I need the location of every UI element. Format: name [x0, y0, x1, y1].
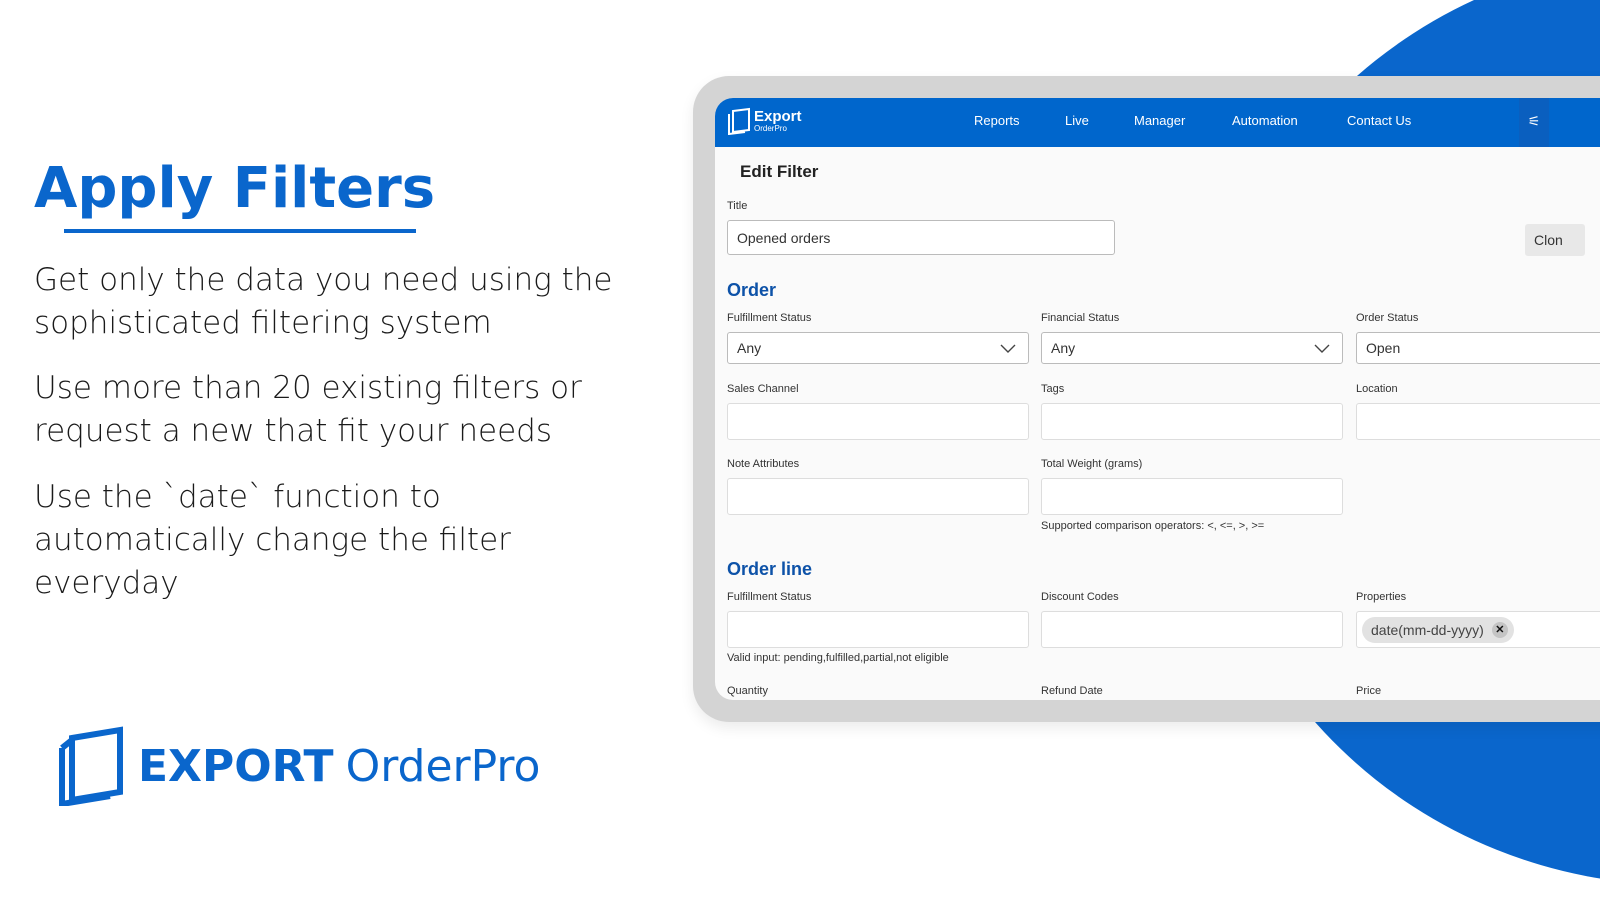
- paragraph: Get only the data you need using the sop…: [34, 262, 613, 341]
- nav-manager[interactable]: Manager: [1134, 113, 1185, 128]
- field-label: Price: [1356, 685, 1382, 697]
- fulfillment-status-select[interactable]: Any: [727, 332, 1029, 364]
- sliders-icon[interactable]: ⚟: [1519, 98, 1549, 147]
- field-label: Sales Channel: [727, 383, 799, 395]
- nav-contact-us[interactable]: Contact Us: [1347, 113, 1411, 128]
- page-title: Edit Filter: [740, 162, 819, 181]
- field-label: Total Weight (grams): [1041, 458, 1143, 470]
- book-logo-icon: [728, 107, 750, 135]
- fulfillment-hint: Valid input: pending,fulfilled,partial,n…: [727, 652, 949, 664]
- section-order-line: Order line: [727, 559, 813, 579]
- chip-label: date(mm-dd-yyyy): [1371, 621, 1484, 638]
- book-logo-icon: [59, 726, 123, 806]
- field-label: Note Attributes: [727, 458, 800, 470]
- field-label: Tags: [1041, 383, 1065, 395]
- chevron-down-icon: [1000, 344, 1016, 353]
- close-icon[interactable]: ✕: [1491, 621, 1508, 638]
- title-label: Title: [727, 200, 748, 212]
- app-logo[interactable]: Export OrderPro: [727, 107, 802, 135]
- order-status-select[interactable]: Open: [1356, 332, 1600, 364]
- select-value: Any: [737, 340, 762, 356]
- note-attributes-input[interactable]: [727, 478, 1029, 515]
- field-label: Discount Codes: [1041, 591, 1119, 603]
- weight-hint: Supported comparison operators: <, <=, >…: [1041, 520, 1265, 532]
- logo-main: Export: [754, 107, 802, 125]
- field-label: Order Status: [1356, 312, 1419, 324]
- heading: Apply Filters: [34, 156, 436, 221]
- location-input[interactable]: [1356, 403, 1600, 440]
- field-label: Quantity: [727, 685, 768, 697]
- field-label: Fulfillment Status: [727, 312, 812, 324]
- property-chip: date(mm-dd-yyyy) ✕: [1362, 616, 1514, 643]
- logo-sub: OrderPro: [754, 123, 787, 133]
- heading-underline: [64, 229, 416, 233]
- app-screen: Export OrderPro Reports Live Manager Auto…: [715, 98, 1600, 700]
- nav-reports[interactable]: Reports: [974, 113, 1020, 128]
- field-label: Properties: [1356, 591, 1407, 603]
- tags-input[interactable]: [1041, 403, 1343, 440]
- brand-bold: EXPORT: [138, 740, 334, 792]
- field-label: Location: [1356, 383, 1398, 395]
- discount-codes-input[interactable]: [1041, 611, 1343, 648]
- paragraph: Use the `date` function to automatically…: [34, 479, 511, 601]
- financial-status-select[interactable]: Any: [1041, 332, 1343, 364]
- nav-automation[interactable]: Automation: [1232, 113, 1298, 128]
- field-label: Financial Status: [1041, 312, 1120, 324]
- chevron-down-icon: [1314, 344, 1330, 353]
- properties-input[interactable]: date(mm-dd-yyyy) ✕: [1356, 611, 1600, 648]
- section-order: Order: [727, 280, 777, 300]
- total-weight-input[interactable]: [1041, 478, 1343, 515]
- paragraph: Use more than 20 existing filters or req…: [34, 370, 582, 449]
- title-input[interactable]: Opened orders: [727, 220, 1115, 255]
- navbar: Export OrderPro Reports Live Manager Auto…: [715, 98, 1600, 147]
- field-label: Fulfillment Status: [727, 591, 812, 603]
- field-label: Refund Date: [1041, 685, 1103, 697]
- nav-live[interactable]: Live: [1065, 113, 1089, 128]
- brand-logo: EXPORT OrderPro: [58, 726, 540, 806]
- clone-button[interactable]: Clon: [1525, 224, 1585, 256]
- brand-light: OrderPro: [345, 740, 541, 792]
- sales-channel-input[interactable]: [727, 403, 1029, 440]
- select-value: Any: [1051, 340, 1076, 356]
- line-fulfillment-input[interactable]: [727, 611, 1029, 648]
